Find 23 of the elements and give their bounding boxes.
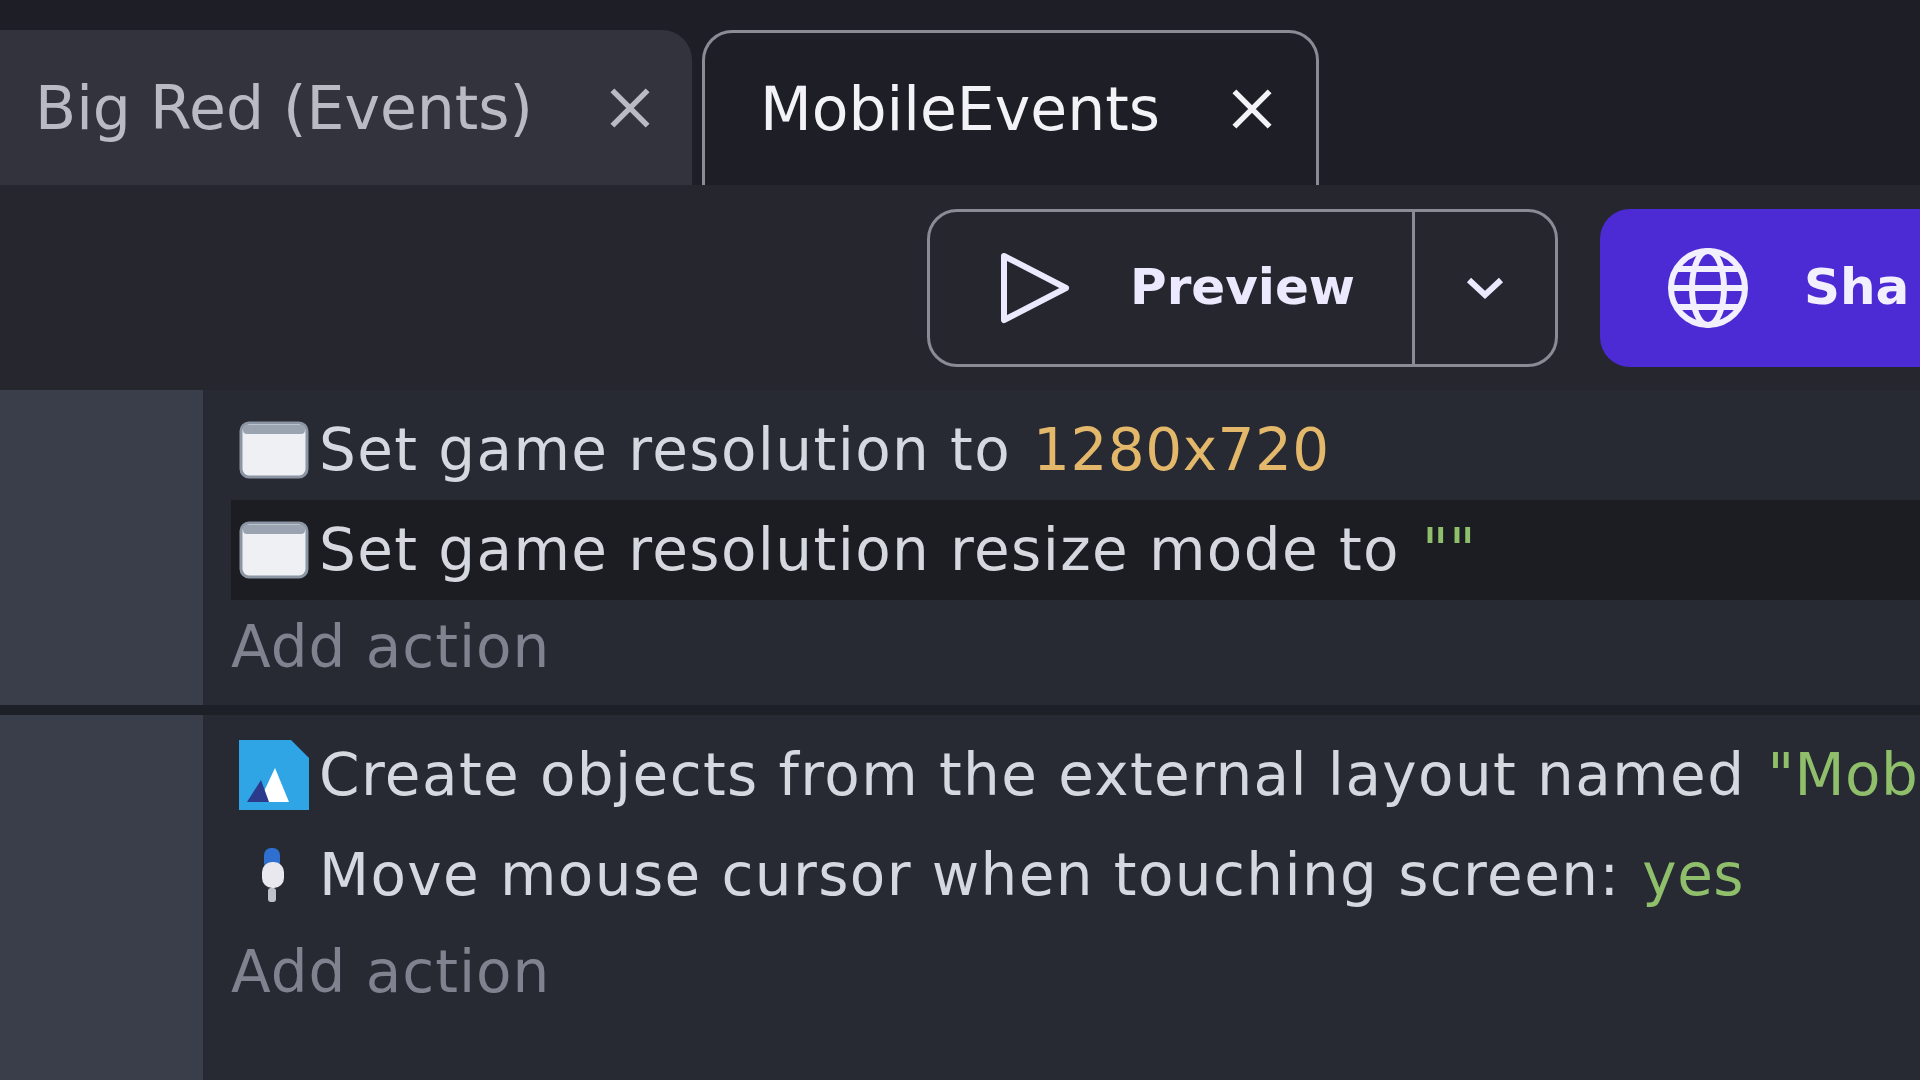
window-icon xyxy=(239,421,309,479)
action-value: 1280x720 xyxy=(1033,414,1330,486)
action-text: Set game resolution resize mode to xyxy=(319,514,1400,586)
tab[interactable]: Big Red (Events) xyxy=(0,30,693,185)
action-value: "Mob xyxy=(1767,739,1919,811)
tab-label: MobileEvents xyxy=(760,73,1160,146)
play-icon xyxy=(998,251,1070,324)
tab-label: Big Red (Events) xyxy=(35,71,534,145)
action-text: Create objects from the external layout named xyxy=(319,739,1746,811)
tab[interactable]: MobileEvents xyxy=(702,30,1319,185)
chevron-down-icon xyxy=(1465,275,1505,300)
window-icon xyxy=(239,521,309,579)
close-icon[interactable] xyxy=(1230,87,1274,131)
action-row[interactable]: Set game resolution resize mode to "" xyxy=(231,500,1920,600)
add-action-link[interactable]: Add action xyxy=(231,604,551,691)
add-action-link[interactable]: Add action xyxy=(231,929,551,1016)
share-button[interactable]: Sha xyxy=(1600,208,1920,367)
action-value: yes xyxy=(1642,839,1745,911)
layout-icon xyxy=(239,740,309,810)
action-text: Set game resolution to xyxy=(319,414,1012,486)
globe-icon xyxy=(1667,246,1749,329)
action-value: "" xyxy=(1421,514,1477,586)
action-text: Move mouse cursor when touching screen: xyxy=(319,839,1621,911)
